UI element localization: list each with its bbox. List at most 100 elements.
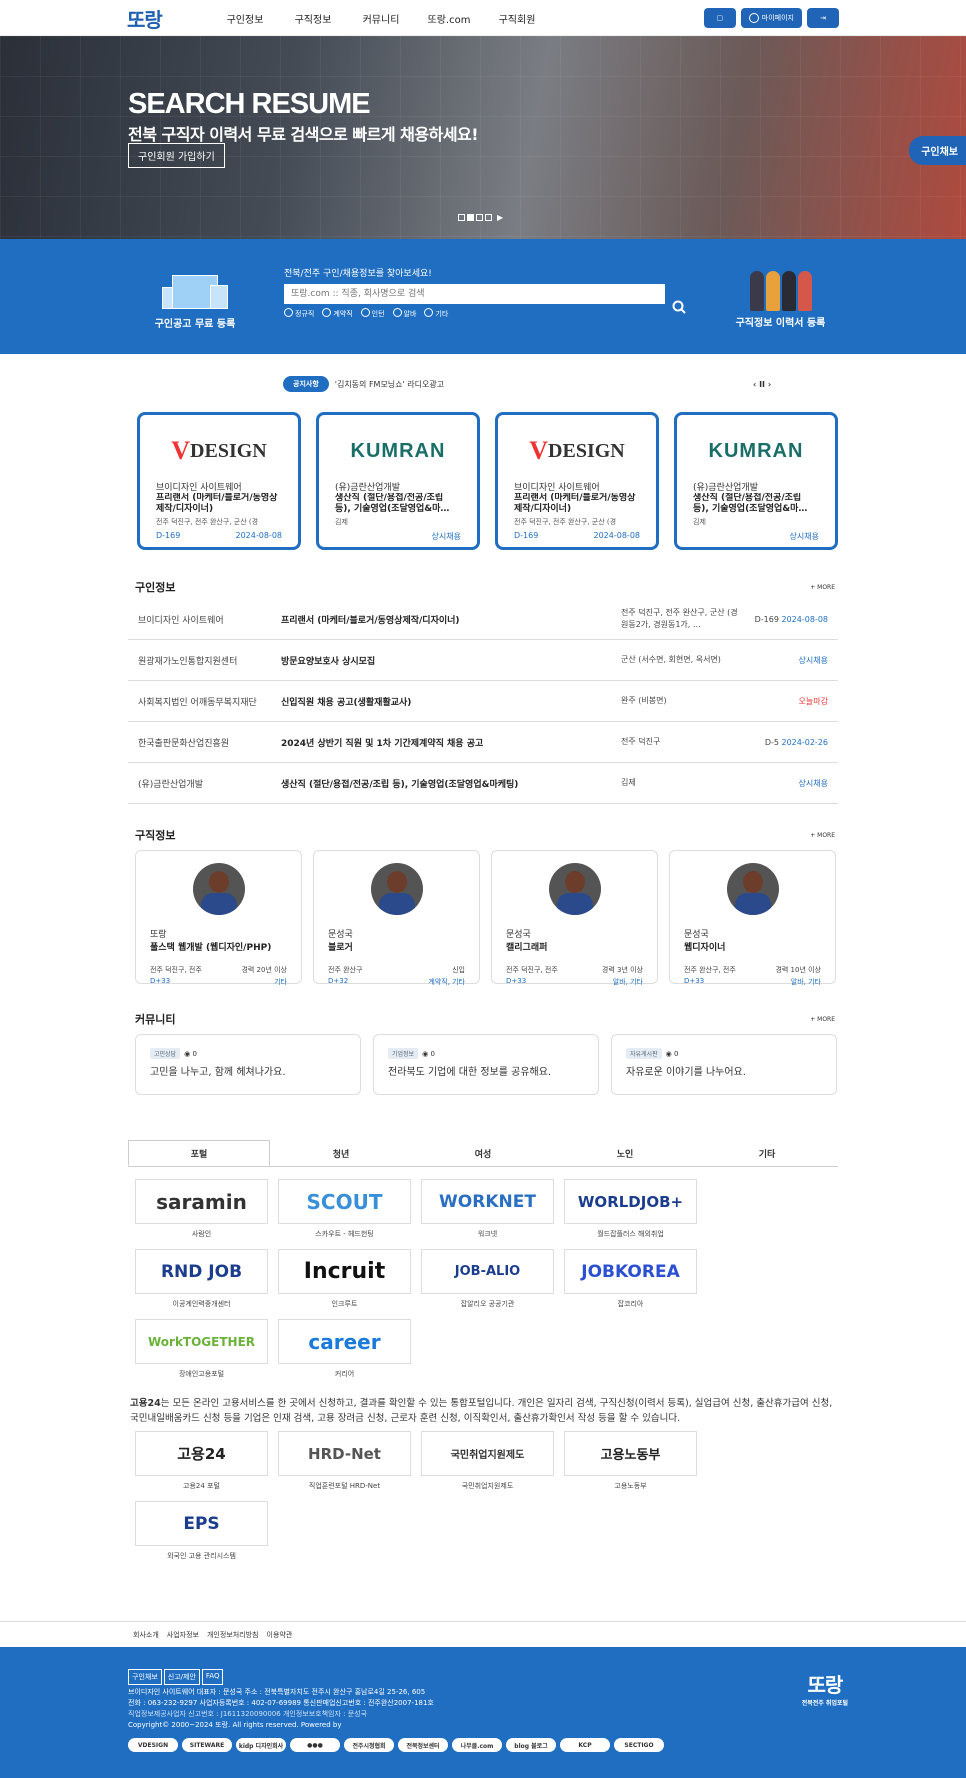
partner-badge[interactable]: 전주시청협회: [344, 1738, 394, 1752]
job-row[interactable]: 한국출판문화산업진흥원 2024년 상반기 직원 및 1차 기간제계약직 채용 공…: [128, 722, 838, 763]
slide-dot-active[interactable]: [467, 214, 474, 221]
portal-logo: Incruit: [278, 1249, 411, 1294]
resume-name: 문성국: [328, 930, 353, 940]
resumes-more-link[interactable]: + MORE: [810, 832, 835, 839]
site-logo[interactable]: 또랑: [127, 4, 211, 33]
portal-caption: 고용24 포털: [183, 1482, 220, 1490]
radio-intern[interactable]: 인턴: [361, 308, 385, 319]
community-card[interactable]: 자유게시판 ◉ 0 자유로운 이야기를 나누어요.: [611, 1034, 837, 1095]
job-list: 브이디자인 사이트웨어 프리랜서 (마케터/블로거/동영상제작/디자이너) 전주 덕…: [128, 599, 838, 804]
portal-item[interactable]: WORKNET 워크넷: [421, 1179, 554, 1249]
featured-job-card[interactable]: V DESIGN 브이디자인 사이트웨어 프리랜서 (마케터/블로거/동영상제작/…: [495, 412, 659, 550]
community-card[interactable]: 고민상담 ◉ 0 고민을 나누고, 함께 헤쳐나가요.: [135, 1034, 361, 1095]
search-icon[interactable]: [672, 300, 686, 314]
job-title: 프리랜서 (마케터/블로거/동영상제작/디자이너): [156, 493, 278, 514]
nav-item-ttorang[interactable]: 또랑.com: [415, 11, 483, 26]
partner-badge[interactable]: 전북정보센터: [398, 1738, 448, 1752]
job-row[interactable]: (유)금란산업개발 생산직 (절단/용접/전공/조립 등), 기술영업(조달영업&…: [128, 763, 838, 804]
job-company: (유)금란산업개발: [138, 779, 203, 790]
portal-item[interactable]: WORLDJOB+ 월드잡플러스 해외취업: [564, 1179, 697, 1249]
partner-badge[interactable]: VDESIGN: [128, 1738, 178, 1752]
notice-badge: 공지사항: [283, 376, 329, 392]
featured-job-card[interactable]: KUMRAN (유)금란산업개발 생산직 (절단/용접/전공/조립 등), 기술…: [674, 412, 838, 550]
chat-button[interactable]: ▢: [703, 8, 736, 28]
community-card[interactable]: 기업정보 ◉ 0 전라북도 기업에 대한 정보를 공유해요.: [373, 1034, 599, 1095]
link-terms[interactable]: 이용약관: [267, 1630, 293, 1640]
tab-youth[interactable]: 청년: [270, 1140, 412, 1166]
partner-badge[interactable]: KCP: [560, 1738, 610, 1752]
partner-badge[interactable]: ●●●: [290, 1738, 340, 1752]
eye-icon: ◉ 0: [422, 1050, 435, 1058]
featured-job-card[interactable]: KUMRAN (유)금란산업개발 생산직 (절단/용접/전공/조립 등), 기술…: [316, 412, 480, 550]
slide-dot[interactable]: [476, 214, 483, 221]
tab-etc[interactable]: 기타: [696, 1140, 838, 1166]
portal-caption: 커리어: [334, 1370, 355, 1378]
partner-badge[interactable]: SECTIGO: [614, 1738, 664, 1752]
tab-portal[interactable]: 포털: [128, 1140, 270, 1166]
portal-logo: WorkTOGETHER: [135, 1319, 268, 1364]
resume-name: 문성국: [506, 930, 531, 940]
nav-item-member[interactable]: 구직회원: [483, 11, 551, 26]
hero-cta-button[interactable]: 구인회원 가입하기: [128, 143, 225, 168]
logout-button[interactable]: ⇥: [807, 8, 839, 28]
nav-item-resumes[interactable]: 구직정보: [279, 11, 347, 26]
job-company: 사회복지법인 어깨동무복지재단: [138, 697, 257, 708]
slide-dot[interactable]: [458, 214, 465, 221]
portal-item[interactable]: EPS 외국인 고용 관리시스템: [135, 1501, 268, 1571]
side-quick-tab[interactable]: 구인채보: [909, 136, 966, 165]
play-icon[interactable]: ▶: [497, 213, 503, 222]
job-row[interactable]: 원광재가노인통합지원센터 방문요양보호사 상시모집 군산 (서수면, 회현면, 옥서…: [128, 640, 838, 681]
link-about[interactable]: 회사소개: [133, 1630, 159, 1640]
search-input[interactable]: [284, 284, 665, 304]
nav-item-community[interactable]: 커뮤니티: [347, 11, 415, 26]
community-section-title: 커뮤니티: [135, 1013, 176, 1026]
post-resume-link[interactable]: 구직정보 이력서 등록: [728, 265, 833, 329]
nav-item-jobs[interactable]: 구인정보: [211, 11, 279, 26]
portal-item[interactable]: HRD-Net 직업훈련포털 HRD-Net: [278, 1431, 411, 1501]
post-job-link[interactable]: 구인공고 무료 등록: [150, 269, 240, 330]
portal-item[interactable]: Incruit 인크루트: [278, 1249, 411, 1319]
footer-btn-report[interactable]: 신고/제안: [163, 1669, 200, 1685]
portal-item[interactable]: saramin 사람인: [135, 1179, 268, 1249]
portal-item[interactable]: WorkTOGETHER 장애인고용포털: [135, 1319, 268, 1389]
footer-btn-jobs[interactable]: 구인채보: [128, 1669, 162, 1685]
jobs-more-link[interactable]: + MORE: [810, 584, 835, 591]
resume-card[interactable]: 문성국 웹디자이너 전주 완산구, 전주 경력 10년 이상 D+33 알바, 기타: [669, 850, 836, 986]
link-business[interactable]: 사업자정보: [167, 1630, 199, 1640]
notice-text[interactable]: '김치동의 FM모닝쇼' 라디오광고: [335, 379, 444, 390]
portal-caption: 직업훈련포털 HRD-Net: [308, 1482, 381, 1490]
radio-parttime[interactable]: 알바: [393, 308, 417, 319]
resume-card[interactable]: 문성국 블로거 전주 완산구 신입 D+32 계약직, 기타: [313, 850, 480, 986]
radio-regular[interactable]: 정규직: [284, 308, 314, 319]
partner-badge[interactable]: 나무클.com: [452, 1738, 502, 1752]
portal-item[interactable]: 국민취업지원제도 국민취업지원제도: [421, 1431, 554, 1501]
partner-badge[interactable]: kidp 디자인회사: [236, 1738, 286, 1752]
radio-contract[interactable]: 계약직: [322, 308, 352, 319]
portal-item[interactable]: 고용24 고용24 포털: [135, 1431, 268, 1501]
resume-card[interactable]: 문성국 캘리그래퍼 전주 덕진구, 전주 경력 3년 이상 D+33 알바, 기타: [491, 850, 658, 986]
mypage-button[interactable]: 마이페이지: [740, 8, 802, 28]
job-row[interactable]: 사회복지법인 어깨동무복지재단 신입직원 채용 공고(생활재활교사) 완주 (비봉면…: [128, 681, 838, 722]
portal-logo: JOB-ALIO: [421, 1249, 554, 1294]
notice-controls[interactable]: ‹ II ›: [753, 380, 771, 389]
link-privacy[interactable]: 개인정보처리방침: [207, 1630, 259, 1640]
portal-item[interactable]: JOB-ALIO 잡알리오 공공기관: [421, 1249, 554, 1319]
tab-senior[interactable]: 노인: [554, 1140, 696, 1166]
partner-badge[interactable]: SITEWARE: [182, 1738, 232, 1752]
radio-other[interactable]: 기타: [424, 308, 448, 319]
resume-card[interactable]: 또랑 풀스택 웹개발 (웹디자인/PHP) 전주 덕진구, 전주 경력 20년 이상 D…: [135, 850, 302, 986]
community-section-header: 커뮤니티 + MORE: [128, 1010, 838, 1028]
footer-btn-faq[interactable]: FAQ: [201, 1669, 224, 1685]
portal-item[interactable]: JOBKOREA 잡코리아: [564, 1249, 697, 1319]
portal-item[interactable]: RND JOB 이공계인력중개센터: [135, 1249, 268, 1319]
tab-women[interactable]: 여성: [412, 1140, 554, 1166]
slide-dot[interactable]: [485, 214, 492, 221]
community-more-link[interactable]: + MORE: [810, 1016, 835, 1023]
d-day: D-169: [754, 614, 779, 624]
job-row[interactable]: 브이디자인 사이트웨어 프리랜서 (마케터/블로거/동영상제작/디자이너) 전주 덕…: [128, 599, 838, 640]
featured-job-card[interactable]: V DESIGN 브이디자인 사이트웨어 프리랜서 (마케터/블로거/동영상제작/…: [137, 412, 301, 550]
portal-item[interactable]: career 커리어: [278, 1319, 411, 1389]
portal-item[interactable]: SCOUT 스카우트 - 헤드헌팅: [278, 1179, 411, 1249]
portal-item[interactable]: 고용노동부 고용노동부: [564, 1431, 697, 1501]
partner-badge[interactable]: blog 블로그: [506, 1738, 556, 1752]
